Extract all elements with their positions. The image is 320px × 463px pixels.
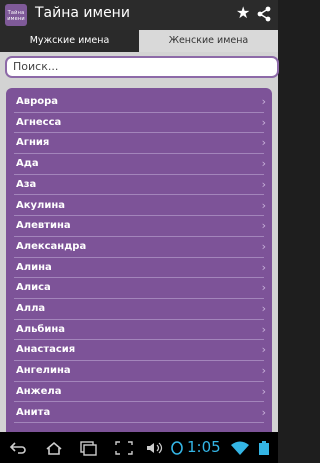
list-item-label: Анжела bbox=[16, 385, 62, 397]
list-item[interactable]: Александра › bbox=[6, 237, 272, 258]
chevron-right-icon: › bbox=[261, 405, 266, 419]
chevron-right-icon: › bbox=[261, 219, 266, 233]
share-icon[interactable] bbox=[256, 4, 272, 24]
status-circle-icon bbox=[171, 441, 183, 455]
list-item-label: Ангелина bbox=[16, 365, 71, 377]
list-item-label: Ада bbox=[16, 158, 39, 170]
volume-icon[interactable] bbox=[145, 440, 165, 456]
wifi-icon bbox=[231, 441, 249, 455]
content-area: Поиск... Аврора › Агнесса › Агния › Ада › Аза › Ак… bbox=[0, 52, 279, 432]
chevron-right-icon: › bbox=[261, 177, 266, 191]
list-item-label: Аза bbox=[16, 178, 37, 190]
chevron-right-icon: › bbox=[261, 302, 266, 315]
divider bbox=[14, 422, 264, 424]
list-item[interactable]: Ангелина › bbox=[6, 361, 272, 382]
list-item[interactable]: Ада › bbox=[6, 154, 272, 175]
chevron-right-icon: › bbox=[261, 260, 266, 274]
list-item-label: Агнесса bbox=[16, 116, 62, 128]
chevron-right-icon: › bbox=[261, 364, 266, 378]
list-item[interactable]: Аврора › bbox=[6, 92, 272, 113]
clock: 1:05 bbox=[187, 438, 221, 456]
list-item-label: Алла bbox=[16, 303, 46, 314]
list-item-label: Аврора bbox=[16, 96, 59, 107]
list-item[interactable]: Анастасия › bbox=[6, 340, 272, 362]
tab-male-names[interactable]: Мужские имена bbox=[0, 30, 139, 52]
chevron-right-icon: › bbox=[261, 115, 266, 129]
names-list: Аврора › Агнесса › Агния › Ада › Аза › Акулина › Але… bbox=[6, 88, 272, 432]
tab-female-names[interactable]: Женские имена bbox=[139, 30, 278, 52]
action-bar: Тайна имени Тайна имени ★ bbox=[0, 0, 278, 30]
list-item-label: Анастасия bbox=[16, 344, 76, 356]
list-item[interactable]: Анита › bbox=[6, 403, 272, 424]
back-icon[interactable] bbox=[8, 440, 28, 456]
list-item-label: Альбина bbox=[16, 323, 66, 335]
list-item-label: Агния bbox=[16, 137, 50, 149]
chevron-right-icon: › bbox=[261, 239, 266, 253]
list-item[interactable]: Альбина › bbox=[6, 320, 272, 341]
list-item[interactable]: Акулина › bbox=[6, 196, 272, 217]
search-input[interactable]: Поиск... bbox=[5, 56, 279, 78]
list-item[interactable]: Аза › bbox=[6, 175, 272, 196]
home-icon[interactable] bbox=[44, 440, 64, 456]
chevron-right-icon: › bbox=[261, 95, 266, 108]
battery-icon bbox=[259, 441, 269, 455]
list-item-label: Алина bbox=[16, 261, 52, 273]
chevron-right-icon: › bbox=[261, 384, 266, 398]
list-item-label: Александра bbox=[16, 240, 87, 252]
chevron-right-icon: › bbox=[261, 157, 266, 171]
list-item[interactable]: Алла › bbox=[6, 299, 272, 320]
app-icon-text: Тайна имени bbox=[7, 10, 25, 22]
list-item[interactable]: Анжела › bbox=[6, 382, 272, 403]
list-item[interactable]: Алиса › bbox=[6, 278, 272, 299]
chevron-right-icon: › bbox=[261, 281, 266, 295]
chevron-right-icon: › bbox=[261, 198, 266, 212]
list-item[interactable]: Алина › bbox=[6, 258, 272, 279]
tab-bar: Мужские имена Женские имена bbox=[0, 30, 278, 52]
list-item[interactable]: Агния › bbox=[6, 133, 272, 155]
chevron-right-icon: › bbox=[261, 322, 266, 336]
system-nav-bar: 1:05 bbox=[0, 432, 278, 463]
app-icon: Тайна имени bbox=[5, 4, 27, 26]
screenshot-icon[interactable] bbox=[114, 440, 134, 456]
recent-apps-icon[interactable] bbox=[78, 440, 98, 456]
chevron-right-icon: › bbox=[261, 343, 266, 357]
list-item-label: Алевтина bbox=[16, 220, 71, 232]
list-item[interactable]: Алевтина › bbox=[6, 216, 272, 237]
chevron-right-icon: › bbox=[261, 136, 266, 150]
page-title: Тайна имени bbox=[35, 5, 130, 21]
list-item-label: Алиса bbox=[16, 282, 51, 294]
list-item-label: Анита bbox=[16, 406, 51, 418]
star-icon[interactable]: ★ bbox=[236, 3, 250, 22]
list-item[interactable]: Агнесса › bbox=[6, 113, 272, 134]
list-item-label: Акулина bbox=[16, 199, 66, 211]
